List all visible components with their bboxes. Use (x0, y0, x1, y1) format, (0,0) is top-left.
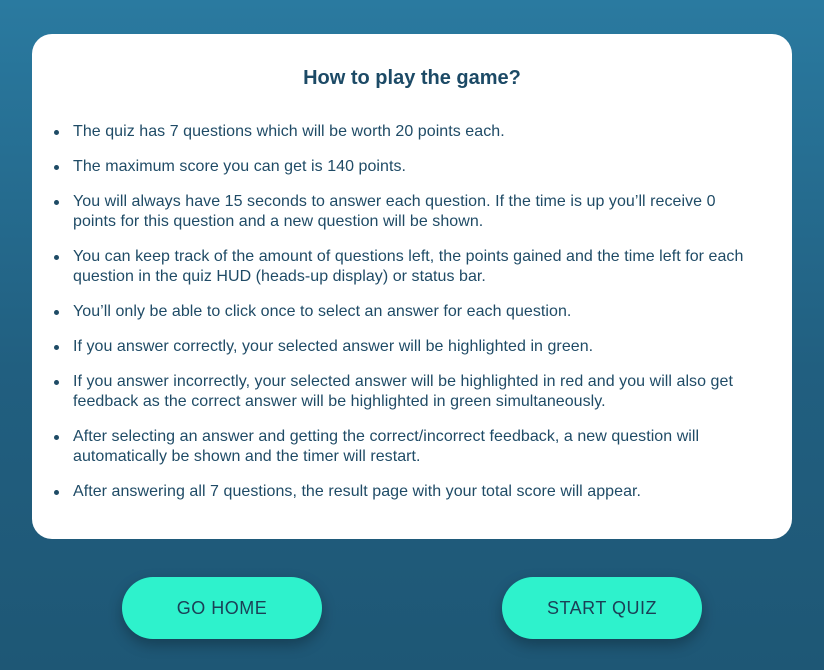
rule-item: You’ll only be able to click once to sel… (54, 302, 745, 322)
rule-item: The quiz has 7 questions which will be w… (54, 122, 745, 142)
rule-item: You can keep track of the amount of ques… (54, 247, 745, 287)
bullet-icon (54, 435, 59, 440)
bullet-icon (54, 345, 59, 350)
rules-list: The quiz has 7 questions which will be w… (53, 122, 745, 517)
rule-text: After answering all 7 questions, the res… (73, 483, 642, 500)
rule-item: You will always have 15 seconds to answe… (54, 192, 745, 232)
instructions-title: How to play the game? (303, 67, 521, 89)
go-home-button[interactable]: GO HOME (122, 577, 322, 639)
rule-text: You can keep track of the amount of ques… (73, 248, 744, 285)
rule-text: You’ll only be able to click once to sel… (73, 303, 572, 320)
rule-item: After answering all 7 questions, the res… (54, 482, 745, 502)
bullet-icon (54, 255, 59, 260)
rule-text: The maximum score you can get is 140 poi… (73, 158, 407, 175)
rule-item: If you answer incorrectly, your selected… (54, 372, 745, 412)
rule-text: If you answer incorrectly, your selected… (73, 373, 733, 410)
rule-text: You will always have 15 seconds to answe… (73, 193, 716, 230)
rule-text: The quiz has 7 questions which will be w… (73, 123, 505, 140)
start-quiz-button[interactable]: START QUIZ (502, 577, 702, 639)
bullet-icon (54, 165, 59, 170)
rule-text: After selecting an answer and getting th… (73, 428, 700, 465)
bullet-icon (54, 380, 59, 385)
rule-item: If you answer correctly, your selected a… (54, 337, 745, 357)
bullet-icon (54, 310, 59, 315)
bullet-icon (54, 200, 59, 205)
bullet-icon (54, 130, 59, 135)
rule-item: After selecting an answer and getting th… (54, 427, 745, 467)
rule-item: The maximum score you can get is 140 poi… (54, 157, 745, 177)
rule-text: If you answer correctly, your selected a… (73, 338, 594, 355)
bullet-icon (54, 490, 59, 495)
